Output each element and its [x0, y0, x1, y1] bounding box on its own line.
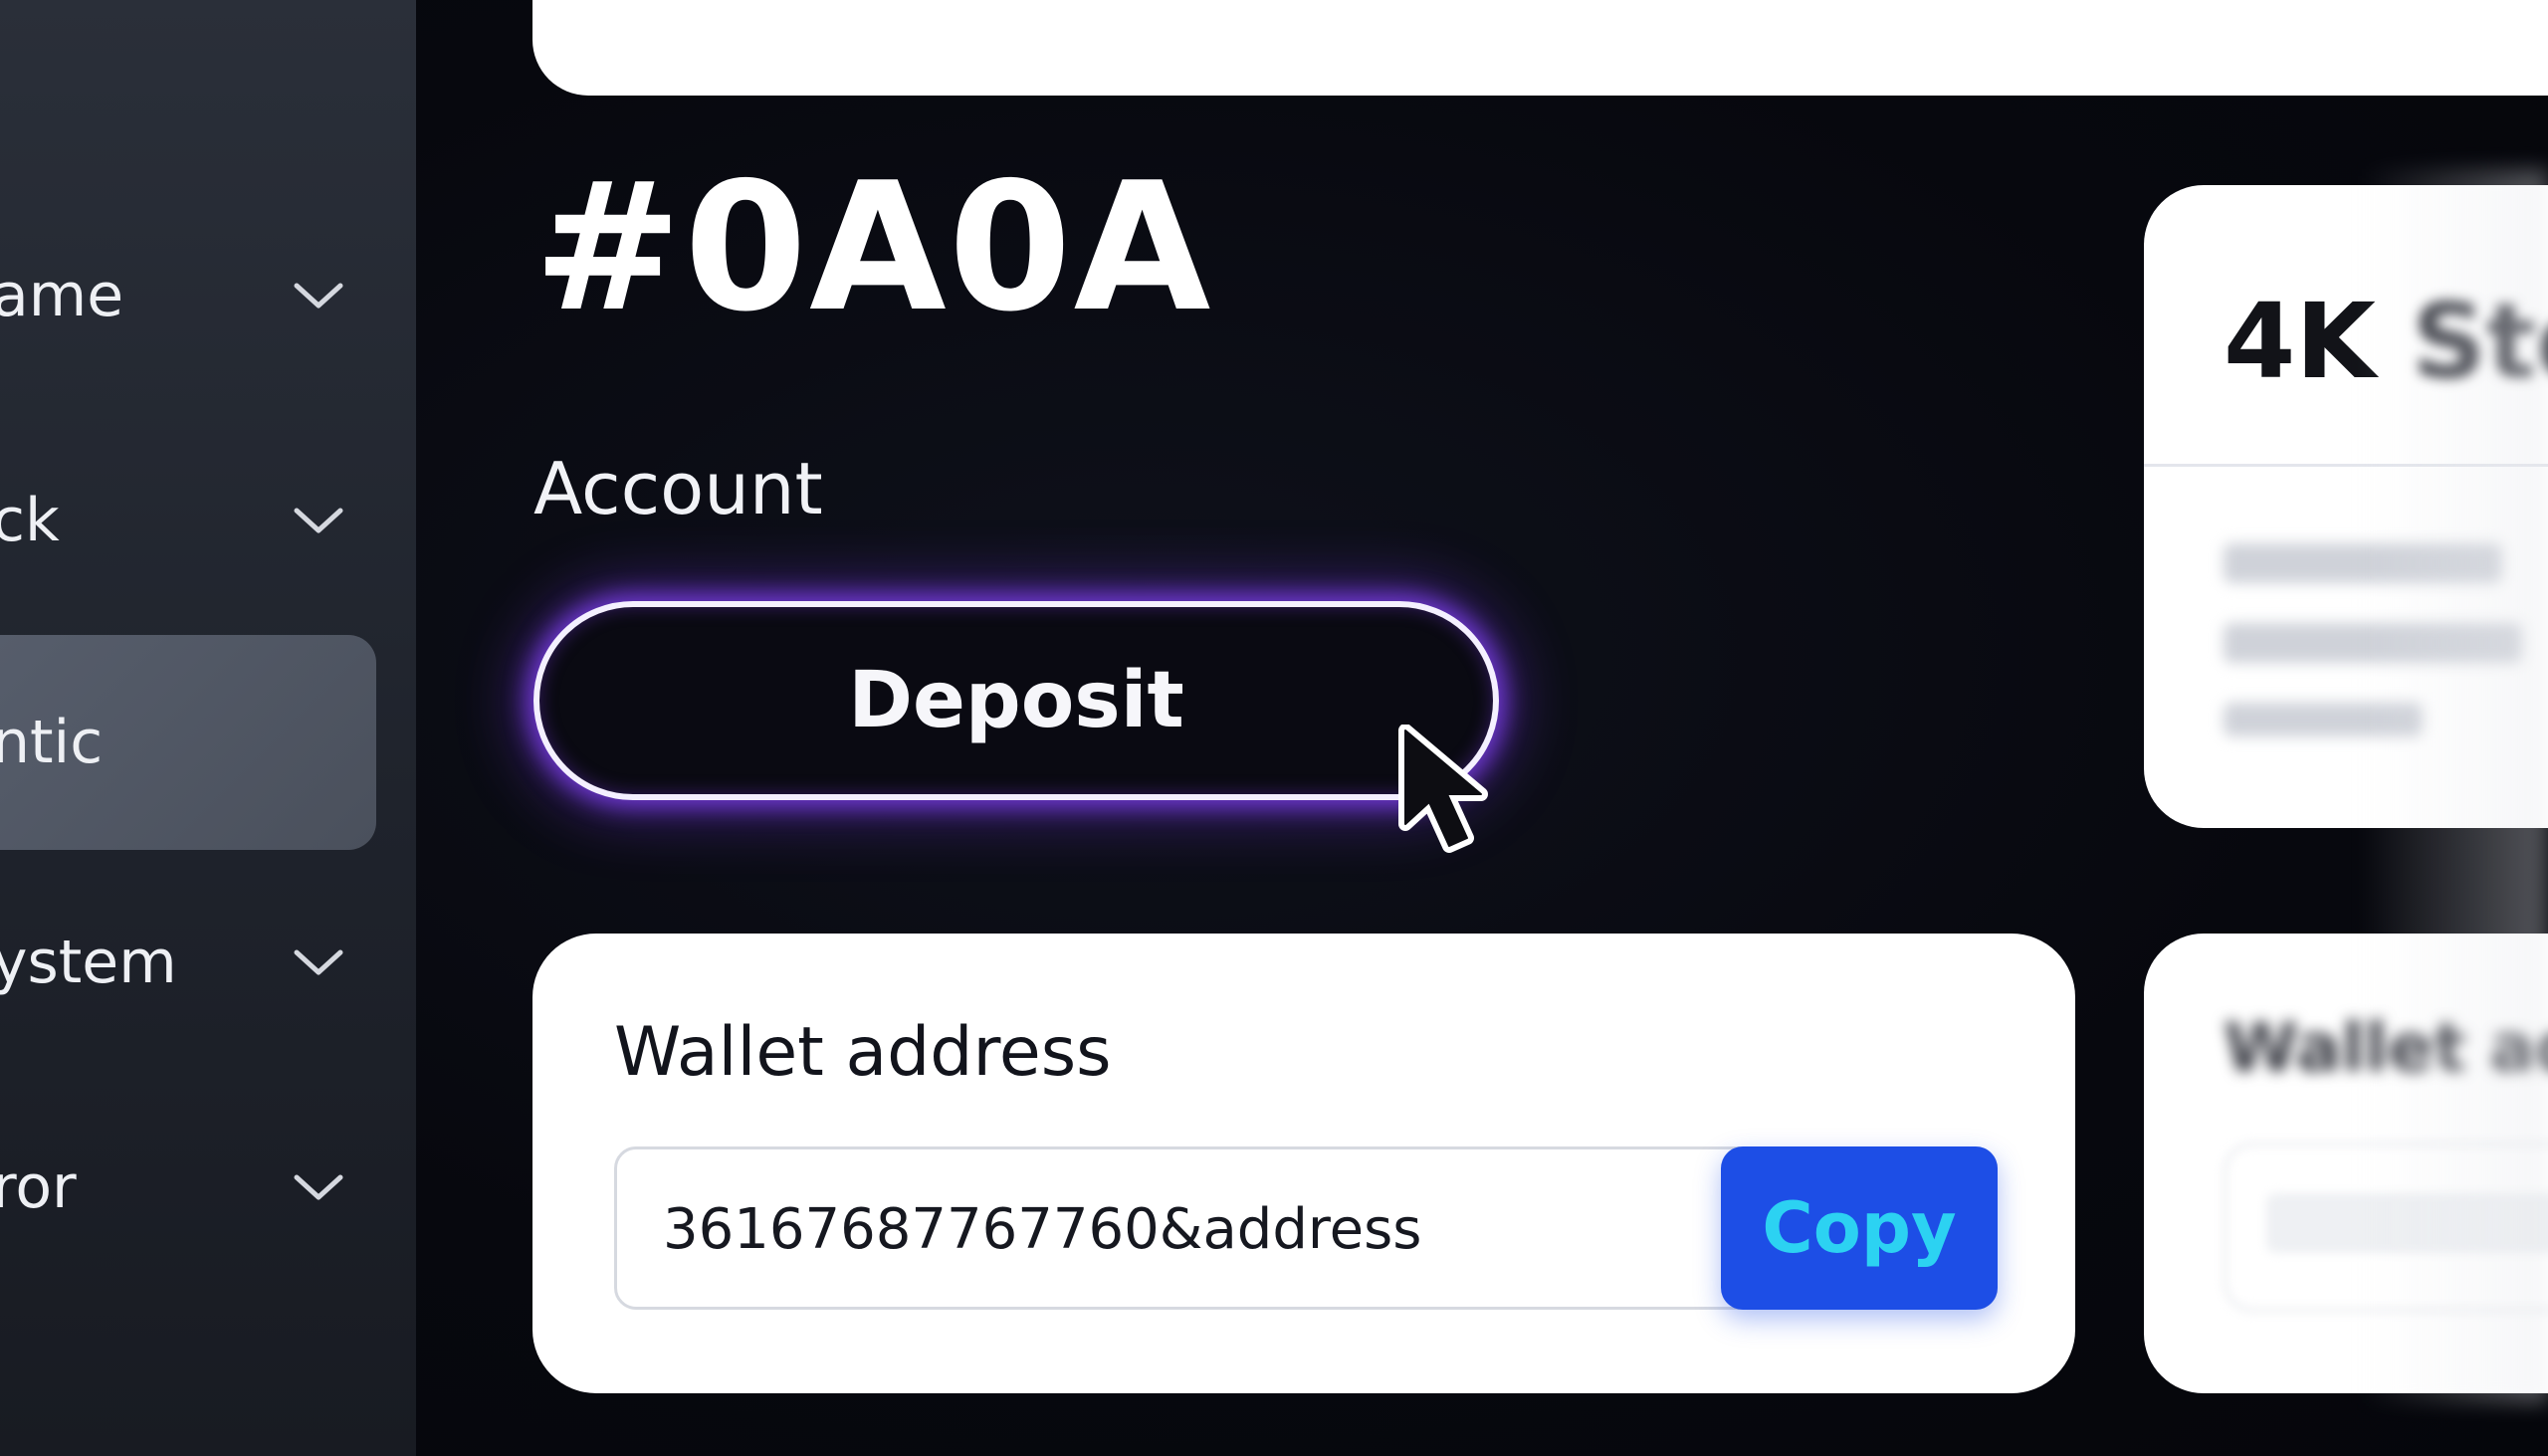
mouse-pointer-icon — [1398, 725, 1488, 853]
wallet-address-label: Wallet address — [614, 1013, 1112, 1092]
chevron-down-icon — [294, 508, 343, 533]
wallet-card: Wallet address Copy — [532, 934, 2075, 1393]
divider — [2144, 464, 2548, 467]
app-window: ame ck ntic ystem ror #0A0A Account Depo… — [0, 0, 2548, 1456]
sidebar: ame ck ntic ystem ror — [0, 0, 416, 1456]
sidebar-item-ntic-active[interactable]: ntic — [0, 635, 376, 850]
sidebar-item-label: ror — [0, 1152, 77, 1222]
right-card-wallet: Wallet ad — [2144, 934, 2548, 1393]
sidebar-item-game[interactable]: ame — [0, 231, 376, 360]
right-card-field — [2224, 1143, 2548, 1312]
right-card-title: 4K Ste — [2224, 281, 2548, 402]
right-card-title: Wallet ad — [2224, 1009, 2548, 1088]
chevron-down-icon — [294, 949, 343, 975]
right-card-title-blurred: Ste — [2412, 281, 2548, 402]
sidebar-item-label: ame — [0, 261, 124, 330]
right-card-title-visible: 4K — [2224, 281, 2376, 402]
sidebar-item-label: ck — [0, 486, 60, 555]
copy-button[interactable]: Copy — [1721, 1146, 1998, 1310]
sidebar-item-ck[interactable]: ck — [0, 456, 376, 585]
chevron-down-icon — [294, 283, 343, 309]
page-title: #0A0A — [533, 144, 1213, 350]
right-card-step[interactable]: 4K Ste — [2144, 185, 2548, 828]
top-card — [532, 0, 2548, 96]
blurred-text-block — [2224, 523, 2522, 736]
wallet-address-input[interactable] — [661, 1149, 1660, 1309]
sidebar-item-ror[interactable]: ror — [0, 1123, 376, 1252]
section-label-account: Account — [533, 447, 823, 530]
wallet-address-field: Copy — [614, 1146, 1998, 1310]
chevron-down-icon — [294, 1174, 343, 1200]
deposit-button[interactable]: Deposit — [533, 601, 1499, 800]
sidebar-item-label: ystem — [0, 928, 177, 997]
right-card-field-content — [2266, 1193, 2548, 1253]
sidebar-item-system[interactable]: ystem — [0, 898, 376, 1027]
sidebar-item-label: ntic — [0, 708, 104, 777]
